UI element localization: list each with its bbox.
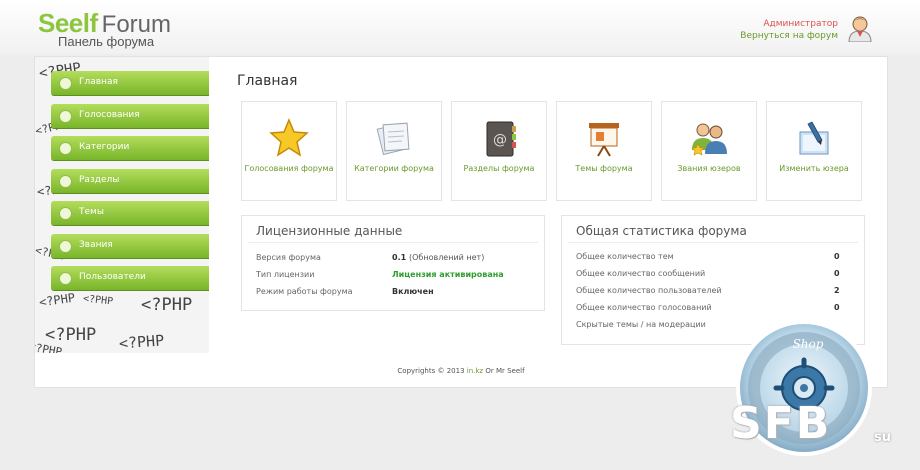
- panel-divider: [248, 242, 538, 243]
- copyright-prefix: Copyrights © 2013: [397, 367, 465, 375]
- tile-user-ranks[interactable]: Звания юзеров: [661, 101, 757, 201]
- bullet-icon: [59, 109, 72, 123]
- user-avatar-icon[interactable]: [846, 14, 874, 42]
- tile-label: Изменить юзера: [779, 164, 849, 173]
- presentation-board-icon: [589, 123, 619, 157]
- tile-label: Разделы форума: [463, 164, 535, 173]
- stats-row-value: 0: [834, 252, 840, 261]
- tile-polls[interactable]: Голосования форума: [241, 101, 337, 201]
- header-bar: Seelf Forum Панель форума Администратор В…: [0, 0, 920, 54]
- sidebar-menu: Главная Голосования Категории Разделы Те…: [51, 71, 209, 299]
- stats-row: Общее количество пользователей 2: [576, 286, 840, 295]
- bullet-icon: [59, 77, 72, 90]
- sidebar-item-home[interactable]: Главная: [51, 71, 209, 95]
- edit-user-icon: [799, 121, 829, 155]
- sidebar-item-users[interactable]: Пользователи: [51, 266, 209, 290]
- tile-label: Голосования форума: [244, 164, 334, 173]
- license-version-value: 0.1: [392, 253, 407, 262]
- license-row-label: Тип лицензии: [256, 270, 315, 279]
- sidebar-item-label: Голосования: [79, 109, 140, 120]
- bullet-icon: [59, 174, 72, 188]
- bullet-icon: [59, 142, 72, 155]
- star-icon: [269, 118, 309, 157]
- stats-row-label: Общее количество тем: [576, 252, 674, 261]
- bullet-icon: [59, 207, 72, 220]
- page-title: Главная: [237, 73, 298, 89]
- sidebar-item-categories[interactable]: Категории: [51, 136, 209, 160]
- license-row-label: Версия форума: [256, 253, 321, 262]
- panel-divider: [568, 242, 858, 243]
- stats-row: Общее количество голосований 0: [576, 303, 840, 312]
- stats-row-label: Общее количество пользователей: [576, 286, 722, 295]
- tile-edit-user[interactable]: Изменить юзера: [766, 101, 862, 201]
- stats-row-label: Общее количество голосований: [576, 303, 712, 312]
- users-icon: [691, 123, 727, 156]
- license-row: Режим работы форума Включен: [256, 287, 434, 296]
- stats-row-label: Скрытые темы / на модерации: [576, 320, 706, 329]
- sidebar-item-topics[interactable]: Темы: [51, 201, 209, 225]
- logo-subtitle: Панель форума: [58, 34, 155, 49]
- bullet-icon: [59, 239, 72, 253]
- license-panel-title: Лицензионные данные: [256, 224, 403, 238]
- sidebar-item-label: Разделы: [79, 174, 120, 185]
- stats-row-value: 0: [834, 303, 840, 312]
- sidebar-item-polls[interactable]: Голосования: [51, 103, 209, 128]
- stats-row-value: 0: [834, 269, 840, 278]
- watermark-ring-text: Shop: [793, 337, 824, 351]
- tile-sections[interactable]: @ Разделы форума: [451, 101, 547, 201]
- back-to-forum-link[interactable]: Вернуться на форум: [740, 30, 838, 42]
- watermark-brand-text: SFB: [730, 398, 832, 449]
- sidebar-item-ranks[interactable]: Звания: [51, 233, 209, 258]
- tile-label: Звания юзеров: [677, 164, 741, 173]
- license-row: Версия форума 0.1 (Обновлений нет): [256, 253, 484, 262]
- watermark-tld-text: su: [874, 430, 891, 445]
- copyright-suffix: Or Mr Seelf: [485, 367, 525, 375]
- license-version-note: (Обновлений нет): [409, 253, 485, 262]
- forum-mode-value: Включен: [392, 287, 434, 296]
- license-panel: Лицензионные данные Версия форума 0.1 (О…: [241, 215, 545, 311]
- svg-text:@: @: [493, 132, 507, 148]
- sidebar-item-label: Темы: [79, 207, 104, 217]
- license-row-label: Режим работы форума: [256, 287, 353, 296]
- tile-label: Темы форума: [575, 164, 633, 173]
- tile-label: Категории форума: [354, 164, 434, 173]
- bullet-icon: [59, 272, 72, 285]
- copyright-link[interactable]: in.kz: [467, 367, 483, 375]
- stats-row: Общее количество тем 0: [576, 252, 840, 261]
- user-box: Администратор Вернуться на форум: [740, 18, 838, 42]
- php-bg-text: <?PHP: [45, 325, 97, 345]
- stats-panel-title: Общая статистика форума: [576, 224, 747, 238]
- sidebar-item-label: Пользователи: [79, 272, 146, 282]
- admin-link[interactable]: Администратор: [740, 18, 838, 30]
- sidebar-item-label: Категории: [79, 142, 130, 152]
- stats-row: Скрытые темы / на модерации: [576, 320, 706, 329]
- stats-row-label: Общее количество сообщений: [576, 269, 706, 278]
- php-bg-text: <?PHP: [118, 331, 165, 353]
- sidebar-item-label: Звания: [79, 239, 113, 250]
- sidebar-item-sections[interactable]: Разделы: [51, 168, 209, 193]
- license-type-value: Лицензия активирована: [392, 270, 504, 279]
- sidebar: <?PHP <?PHP <?PHP <?PHP <?PHP <?PHP <?PH…: [35, 57, 209, 353]
- address-book-icon: @: [486, 121, 516, 157]
- license-row: Тип лицензии Лицензия активирована: [256, 270, 504, 279]
- stats-row-value: 2: [834, 286, 840, 295]
- logo[interactable]: Seelf Forum Панель форума: [38, 8, 171, 49]
- tile-categories[interactable]: Категории форума: [346, 101, 442, 201]
- papers-icon: [376, 122, 410, 156]
- stats-row: Общее количество сообщений 0: [576, 269, 840, 278]
- tile-topics[interactable]: Темы форума: [556, 101, 652, 201]
- sidebar-item-label: Главная: [79, 77, 118, 87]
